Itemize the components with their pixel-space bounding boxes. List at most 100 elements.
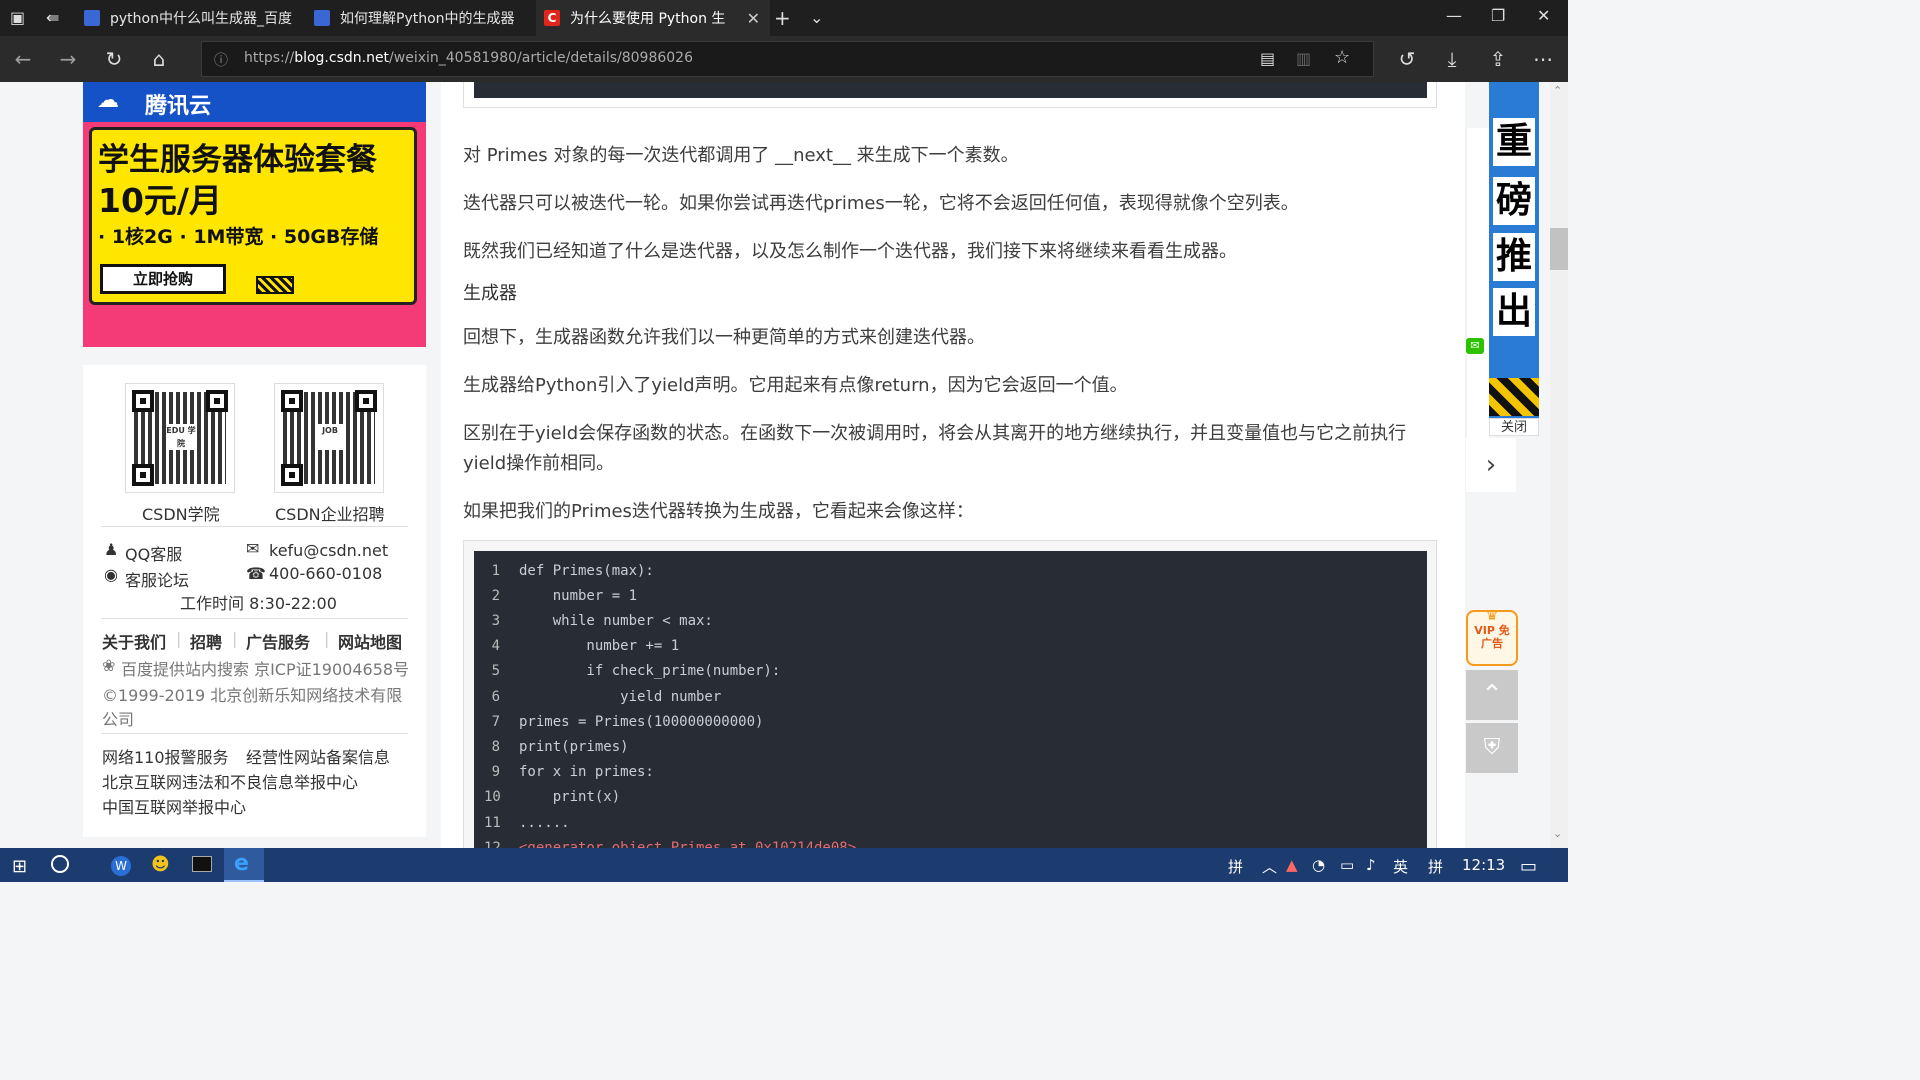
phone-number: 400-660-0108 (269, 564, 383, 583)
code-line: for x in primes: (519, 764, 654, 780)
new-tab-icon[interactable]: + (774, 6, 791, 30)
ad-cta-button[interactable]: 立即抢购 (100, 264, 226, 294)
download-icon[interactable]: ⤓ (1437, 44, 1467, 74)
site-info-icon[interactable]: ⓘ (214, 50, 228, 70)
scrollbar-thumb[interactable] (1550, 228, 1568, 270)
code-line: while number < max: (519, 613, 713, 629)
pet-app-icon[interactable]: ☻ (151, 854, 170, 875)
close-window-icon[interactable]: ✕ (1537, 6, 1550, 25)
tab-baidu[interactable]: python中什么叫生成器_百度 (76, 0, 312, 36)
china-report-link[interactable]: 中国互联网举报中心 (102, 794, 246, 818)
restore-icon[interactable]: ❐ (1491, 6, 1505, 25)
home-icon[interactable]: ⌂ (144, 44, 174, 74)
tencent-cloud-ad[interactable]: ☁ 腾讯云 学生服务器体验套餐 10元/月 · 1核2G · 1M带宽 · 50… (83, 82, 426, 347)
cortana-search-icon[interactable] (51, 855, 69, 873)
support-forum-link[interactable]: 客服论坛 (125, 567, 189, 591)
address-bar[interactable]: ⓘ https://blog.csdn.net/weixin_40581980/… (201, 41, 1374, 77)
line-number: 7 (491, 714, 500, 730)
report-center-link[interactable]: 北京互联网违法和不良信息举报中心 (102, 769, 358, 793)
refresh-icon[interactable]: ↻ (99, 44, 129, 74)
close-ad-button[interactable]: 关闭 (1489, 418, 1539, 436)
work-hours: 工作时间 8:30-22:00 (180, 594, 337, 613)
scroll-down-icon[interactable]: ⌄ (1553, 827, 1562, 840)
volume-icon[interactable]: ♪ (1366, 856, 1376, 874)
forward-icon[interactable]: → (53, 44, 83, 74)
ime-mode-indicator[interactable]: 拼 (1428, 856, 1443, 877)
divider (101, 733, 408, 734)
police-110-link[interactable]: 网络110报警服务 (102, 744, 229, 768)
tab-generator[interactable]: 如何理解Python中的生成器 (306, 0, 542, 36)
about-link[interactable]: 关于我们 (102, 629, 166, 653)
section-heading: 生成器 (463, 283, 517, 304)
language-indicator[interactable]: 英 (1393, 856, 1408, 877)
set-aside-tabs-icon[interactable]: ⇚ (46, 8, 59, 27)
close-tab-icon[interactable]: ✕ (747, 9, 760, 28)
wechat-share-icon[interactable]: ✉ (1466, 338, 1484, 354)
battery-icon[interactable]: ▭ (1340, 856, 1354, 874)
clock[interactable]: 12:13 (1462, 856, 1505, 874)
line-number: 11 (484, 815, 501, 831)
code-line: ...... (519, 815, 570, 831)
qr-code-edu: EDU 学院 (125, 383, 235, 493)
url-path: /weixin_40581980/article/details/8098602… (389, 50, 693, 66)
page-scrollbar[interactable]: ⌃ ⌄ (1550, 82, 1568, 848)
qr-finder (281, 390, 303, 412)
qr-finder (206, 390, 228, 412)
ad-char: 磅 (1493, 177, 1535, 225)
tray-chevron-icon[interactable]: ︿ (1262, 856, 1277, 877)
stripe-decoration (256, 276, 294, 294)
qr-logo: JOB (315, 424, 345, 450)
code-line: <generator object Primes at 0x10214de08> (519, 840, 857, 848)
paragraph: 回想下，生成器函数允许我们以一种更简单的方式来创建迭代器。 (463, 327, 985, 348)
vip-no-ads-button[interactable]: ♛ VIP 免广告 (1466, 608, 1518, 666)
tray-app-icon[interactable]: ▲ (1286, 856, 1298, 874)
tab-manager-icon[interactable]: ▣ (10, 8, 25, 27)
tab-preview-chevron-icon[interactable]: ⌄ (810, 8, 823, 27)
qr-finder (355, 390, 377, 412)
code-line: primes = Primes(100000000000) (519, 714, 764, 730)
ime-indicator[interactable]: 拼 (1228, 856, 1243, 877)
minimize-icon[interactable]: — (1446, 6, 1462, 25)
line-number: 10 (484, 789, 501, 805)
tab-current[interactable]: C 为什么要使用 Python 生 ✕ (536, 0, 770, 36)
qr-finder (132, 464, 154, 486)
ads-link[interactable]: 广告服务 (246, 629, 310, 653)
line-number: 5 (491, 663, 500, 679)
qr-label-edu[interactable]: CSDN学院 (142, 501, 220, 525)
paragraph-continued: yield操作前相同。 (463, 453, 615, 474)
share-icon[interactable]: ⇪ (1483, 44, 1513, 74)
jobs-link[interactable]: 招聘 (190, 629, 222, 653)
windows-start-icon[interactable]: ⊞ (12, 856, 27, 877)
back-to-top-icon[interactable]: ⌃ (1466, 670, 1518, 720)
sitemap-link[interactable]: 网站地图 (338, 629, 402, 653)
back-icon[interactable]: ← (8, 44, 38, 74)
report-shield-icon[interactable]: ⛨ (1466, 723, 1518, 773)
ad-char: 出 (1493, 288, 1535, 336)
action-center-icon[interactable]: ▭ (1520, 856, 1537, 877)
ad-char: 推 (1493, 233, 1535, 281)
line-number: 1 (491, 563, 500, 579)
email-link[interactable]: kefu@csdn.net (269, 541, 388, 560)
edge-taskbar-button[interactable]: e (224, 848, 264, 882)
scroll-up-icon[interactable]: ⌃ (1553, 84, 1562, 97)
terminal-app-icon[interactable] (192, 856, 212, 872)
wifi-icon[interactable]: ◔ (1312, 856, 1325, 874)
qq-support-link[interactable]: QQ客服 (125, 541, 182, 565)
add-notes-icon[interactable]: ▤ (1260, 49, 1275, 68)
crown-icon: ♛ (1485, 608, 1499, 624)
qr-code-job: JOB (274, 383, 384, 493)
ad-stripe-decoration (1489, 378, 1539, 416)
qr-finder (132, 390, 154, 412)
email-icon: ✉ (246, 539, 260, 558)
phone-icon: ☎ (246, 564, 266, 583)
wps-app-icon[interactable]: W (111, 856, 131, 876)
chevron-right-icon[interactable]: › (1466, 438, 1516, 492)
qr-label-job[interactable]: CSDN企业招聘 (275, 501, 385, 525)
more-icon[interactable]: ⋯ (1528, 44, 1558, 74)
history-icon[interactable]: ↺ (1392, 44, 1422, 74)
vip-label: VIP 免广告 (1474, 624, 1510, 650)
code-line: yield number (519, 689, 722, 705)
favorite-star-icon[interactable]: ☆ (1334, 47, 1350, 68)
paragraph: 对 Primes 对象的每一次迭代都调用了 __next__ 来生成下一个素数。 (463, 145, 1019, 166)
business-record-link[interactable]: 经营性网站备案信息 (246, 744, 390, 768)
